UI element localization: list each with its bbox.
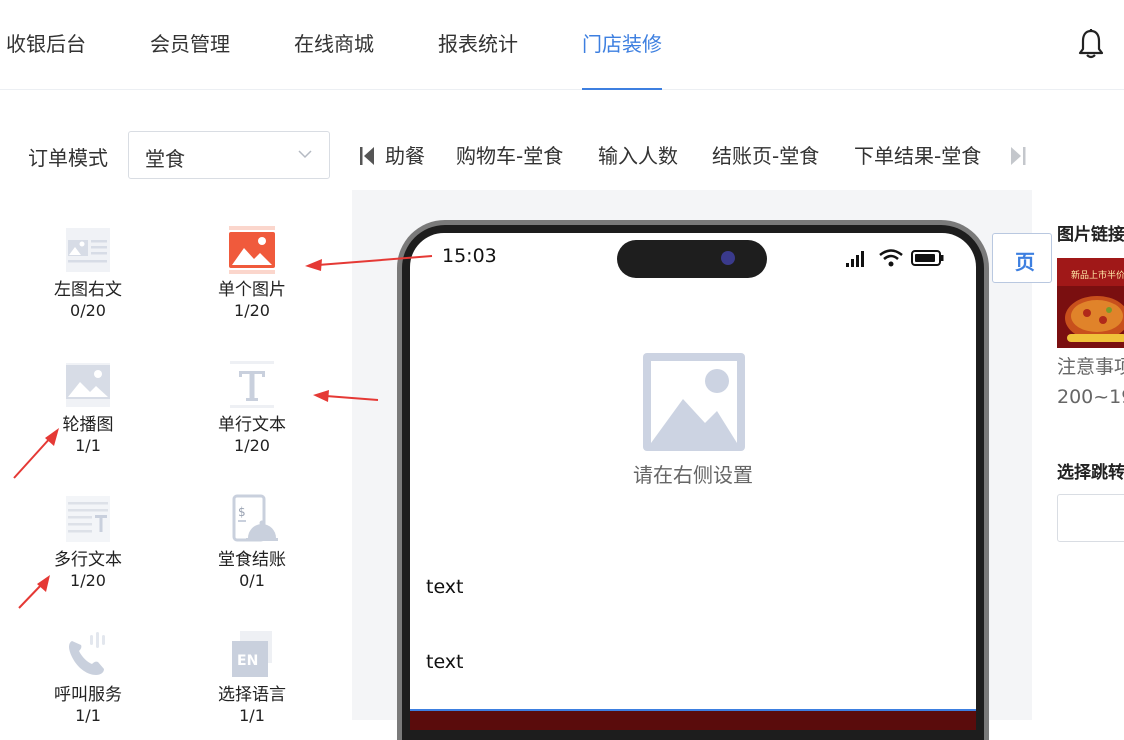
- tab-input-people[interactable]: 输入人数: [598, 140, 678, 169]
- left-image-right-text-icon: [66, 228, 110, 272]
- dynamic-island: [617, 240, 767, 278]
- component-count: 1/1: [239, 706, 265, 725]
- tab-help-meal[interactable]: 助餐: [385, 140, 425, 169]
- component-carousel[interactable]: 轮播图 1/1: [28, 357, 148, 456]
- phone-screen: 15:03 请在右侧设置 text text: [410, 233, 976, 730]
- component-count: 0/20: [70, 301, 106, 320]
- status-icons: [846, 249, 944, 267]
- tab-order-result-dine-in[interactable]: 下单结果-堂食: [854, 140, 981, 169]
- component-name: 多行文本: [54, 550, 122, 570]
- carousel-icon: [66, 363, 110, 407]
- promo-thumbnail[interactable]: 新品上市半价: [1057, 258, 1124, 348]
- notice-text: 注意事项: [1057, 356, 1124, 378]
- banner-image-selected[interactable]: [410, 709, 976, 730]
- top-nav: 收银后台 会员管理 在线商城 报表统计 门店装修: [0, 0, 1124, 90]
- camera-dot: [721, 251, 735, 265]
- component-name: 左图右文: [54, 280, 122, 300]
- page-settings-label: 页: [1015, 250, 1035, 274]
- svg-text:$: $: [238, 505, 246, 519]
- order-mode-label: 订单模式: [28, 146, 108, 170]
- component-multi-line-text[interactable]: 多行文本 1/20: [28, 492, 148, 591]
- order-mode-value: 堂食: [145, 147, 185, 171]
- component-count: 1/1: [75, 436, 101, 455]
- component-count: 1/20: [234, 301, 270, 320]
- component-count: 1/20: [234, 436, 270, 455]
- component-name: 选择语言: [218, 685, 286, 705]
- component-call-service[interactable]: 呼叫服务 1/1: [28, 627, 148, 726]
- tab-cart-dine-in[interactable]: 购物车-堂食: [456, 140, 563, 169]
- nav-online-mall[interactable]: 在线商城: [294, 28, 374, 90]
- placeholder-text: 请在右侧设置: [633, 463, 753, 487]
- svg-text:EN: EN: [237, 653, 258, 669]
- tab-prev-icon[interactable]: [358, 145, 378, 167]
- single-line-text-icon: [230, 361, 274, 408]
- component-single-image[interactable]: 单个图片 1/20: [192, 222, 312, 321]
- component-name: 呼叫服务: [54, 685, 122, 705]
- component-left-image-right-text[interactable]: 左图右文 0/20: [28, 222, 148, 321]
- nav-members[interactable]: 会员管理: [150, 28, 230, 90]
- wifi-icon: [879, 249, 903, 267]
- dine-in-checkout-icon: $: [232, 494, 278, 542]
- page-settings-button[interactable]: 页: [992, 233, 1052, 283]
- jump-select-input[interactable]: [1057, 494, 1124, 542]
- component-name: 单行文本: [218, 415, 286, 435]
- component-single-line-text[interactable]: 单行文本 1/20: [192, 357, 312, 456]
- nav-cashier[interactable]: 收银后台: [6, 28, 86, 90]
- component-count: 0/1: [239, 571, 265, 590]
- tab-next-icon[interactable]: [1008, 145, 1028, 167]
- component-name: 轮播图: [62, 415, 114, 435]
- component-dine-in-checkout[interactable]: $ 堂食结账 0/1: [192, 492, 312, 591]
- component-count: 1/20: [70, 571, 106, 590]
- component-name: 单个图片: [218, 280, 286, 300]
- order-mode-select[interactable]: 堂食: [128, 131, 330, 179]
- image-link-title: 图片链接: [1057, 225, 1124, 245]
- chevron-down-icon: [298, 150, 312, 159]
- nav-store-decoration[interactable]: 门店装修: [582, 28, 662, 90]
- component-name: 堂食结账: [218, 550, 286, 570]
- component-count: 1/1: [75, 706, 101, 725]
- svg-text:新品上市半价: 新品上市半价: [1071, 269, 1124, 281]
- multi-line-text-icon: [66, 496, 110, 542]
- size-hint-text: 200~19: [1057, 386, 1124, 408]
- battery-icon: [911, 250, 944, 266]
- bell-icon[interactable]: [1076, 28, 1106, 60]
- nav-reports[interactable]: 报表统计: [438, 28, 518, 90]
- jump-select-title: 选择跳转: [1057, 463, 1124, 483]
- image-placeholder-icon: [643, 353, 745, 451]
- tab-checkout-dine-in[interactable]: 结账页-堂食: [712, 140, 819, 169]
- select-language-icon: EN: [232, 631, 272, 677]
- text-block[interactable]: text: [426, 651, 464, 673]
- status-time: 15:03: [442, 245, 497, 267]
- component-select-language[interactable]: EN 选择语言 1/1: [192, 627, 312, 726]
- signal-icon: [846, 251, 864, 267]
- call-service-icon: [69, 632, 105, 675]
- single-image-icon: [229, 226, 275, 274]
- text-block[interactable]: text: [426, 576, 464, 598]
